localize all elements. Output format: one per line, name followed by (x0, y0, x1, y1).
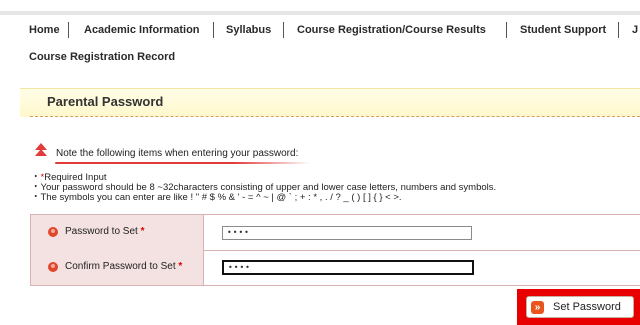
password-label: Password to Set * (65, 226, 145, 237)
nav-top-border (0, 11, 640, 15)
password-form: Password to Set * •••• Confirm Password … (30, 214, 640, 286)
nav-separator (213, 22, 214, 38)
nav-separator (68, 22, 69, 38)
nav-separator (506, 22, 507, 38)
notice-underline (55, 162, 310, 164)
nav-separator (283, 22, 284, 38)
form-row-password: Password to Set * •••• (31, 215, 640, 251)
confirm-password-label: Confirm Password to Set * (65, 261, 183, 272)
alert-arrow-icon (35, 143, 47, 156)
set-password-button[interactable]: » Set Password (526, 296, 634, 318)
bullet-icon (48, 227, 58, 237)
nav-item-student-support[interactable]: Student Support (520, 24, 606, 36)
title-divider (30, 116, 640, 117)
notice-heading: Note the following items when entering y… (56, 148, 299, 159)
password-input[interactable]: •••• (222, 226, 472, 240)
nav-item-syllabus[interactable]: Syllabus (226, 24, 271, 36)
nav-item-course-registration[interactable]: Course Registration/Course Results (297, 24, 486, 36)
nav-item-academic-information[interactable]: Academic Information (84, 24, 200, 36)
set-password-label: Set Password (553, 301, 621, 313)
allowed-symbols-note: ・The symbols you can enter are like ! " … (31, 192, 402, 203)
bullet-icon (48, 262, 58, 272)
nav-item-home[interactable]: Home (29, 24, 60, 36)
nav-item-course-registration-record[interactable]: Course Registration Record (29, 51, 175, 63)
label-cell: Password to Set * (31, 215, 204, 250)
form-row-confirm-password: Confirm Password to Set * •••• (31, 250, 640, 285)
nav-separator (618, 22, 619, 38)
confirm-password-input[interactable]: •••• (222, 260, 474, 275)
nav-item-truncated[interactable]: J (632, 24, 638, 36)
page-title: Parental Password (47, 94, 164, 109)
label-cell: Confirm Password to Set * (31, 250, 204, 285)
double-chevron-right-icon: » (531, 301, 544, 314)
